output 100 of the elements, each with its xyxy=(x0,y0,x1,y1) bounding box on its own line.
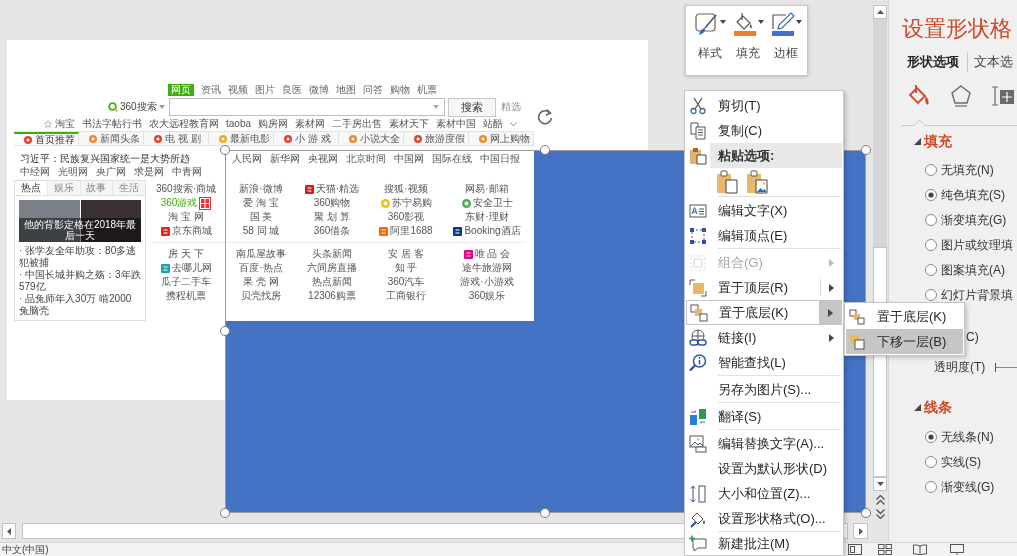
media-link[interactable]: 中国网 xyxy=(394,152,424,165)
site-link[interactable]: Booking酒店 xyxy=(448,224,526,238)
nav-tab[interactable]: 微博 xyxy=(309,84,329,96)
slideshow-icon[interactable] xyxy=(950,544,964,555)
menu-item[interactable]: 剪切(T) xyxy=(686,93,842,118)
next-slide-icon[interactable] xyxy=(875,509,885,519)
channel-tab[interactable]: 最新电影 xyxy=(209,132,274,145)
site-link[interactable]: 360汽车 xyxy=(370,275,442,289)
news-tab[interactable]: 生活 xyxy=(112,181,145,195)
hot-link[interactable]: 书法字帖行书 xyxy=(82,118,142,130)
headline-link[interactable]: 习近平：民族复兴国家统一是大势所趋 xyxy=(20,152,224,165)
nav-tab[interactable]: 资讯 xyxy=(201,84,221,96)
channel-tab[interactable]: 小说大全 xyxy=(339,132,404,145)
channel-tab[interactable]: 旅游度假 xyxy=(404,132,469,145)
nav-tab[interactable]: 图片 xyxy=(255,84,275,96)
toolbar-button[interactable]: 填充 xyxy=(729,12,767,72)
paint-bucket-icon[interactable] xyxy=(907,84,931,108)
site-link[interactable]: 南瓜屋故事 xyxy=(228,247,294,261)
menu-item[interactable]: 下移一层(B) xyxy=(846,329,963,354)
pane-tab[interactable]: 文本选 xyxy=(967,52,1013,72)
radio-option[interactable]: 图片或纹理填 xyxy=(902,238,1017,252)
site-link[interactable]: 天猫·精选 xyxy=(300,182,364,196)
hot-link[interactable]: 二手房出售 xyxy=(332,118,383,130)
channel-tab[interactable]: 新闻头条 xyxy=(79,132,144,145)
channel-tab[interactable]: 首页推荐 xyxy=(14,132,79,145)
resize-handle[interactable] xyxy=(540,508,550,518)
site-link[interactable]: 房 天 下 xyxy=(150,247,222,261)
media-link[interactable]: 光明网 xyxy=(58,165,88,178)
radio-circle-icon[interactable] xyxy=(925,264,937,276)
expand-triangle-icon[interactable] xyxy=(913,402,921,412)
search-button[interactable]: 搜索 xyxy=(447,97,496,117)
hot-link[interactable]: 素材中国 xyxy=(436,118,477,130)
menu-item[interactable]: 复制(C) xyxy=(686,118,842,143)
slider-track[interactable] xyxy=(995,362,1017,372)
radio-circle-icon[interactable] xyxy=(925,164,937,176)
chevron-down-icon[interactable] xyxy=(510,121,518,127)
media-link[interactable]: 国际在线 xyxy=(432,152,472,165)
radio-option[interactable]: 幻灯片背景填 xyxy=(902,288,1017,302)
hot-link[interactable]: 站酷 xyxy=(483,118,504,130)
hot-link[interactable]: 购房网 xyxy=(258,118,289,130)
menu-item[interactable]: 置于顶层(R) xyxy=(686,275,842,300)
site-link[interactable]: 58 同 城 xyxy=(228,224,294,238)
site-link[interactable]: 东财·理财 xyxy=(448,210,526,224)
site-link[interactable]: 阿里1688 xyxy=(370,224,442,238)
site-link[interactable]: 360购物 xyxy=(300,196,364,210)
site-link[interactable]: 360娱乐 xyxy=(448,289,526,303)
site-link[interactable]: 京东商城 xyxy=(150,224,222,238)
site-link[interactable]: 去哪儿网 xyxy=(150,261,222,275)
hot-link[interactable]: taoba xyxy=(226,118,252,130)
radio-option[interactable]: 无填充(N) xyxy=(902,163,1017,177)
menu-item[interactable]: 另存为图片(S)... xyxy=(686,377,842,402)
hot-link[interactable]: 素材天下 xyxy=(389,118,430,130)
resize-handle[interactable] xyxy=(220,326,230,336)
menu-item[interactable]: 智能查找(L) xyxy=(686,350,842,375)
media-link[interactable]: 新华网 xyxy=(270,152,300,165)
news-tab[interactable]: 故事 xyxy=(79,181,113,195)
nav-tab[interactable]: 地图 xyxy=(336,84,356,96)
scroll-left-button[interactable] xyxy=(2,523,16,539)
site-link[interactable]: 国 美 xyxy=(228,210,294,224)
channel-tab[interactable]: 网上购物 xyxy=(469,132,534,145)
slide-sorter-icon[interactable] xyxy=(878,544,892,555)
radio-option[interactable]: 渐变填充(G) xyxy=(902,213,1017,227)
hot-link[interactable]: 淘宝 xyxy=(55,118,75,130)
site-link[interactable]: 12306购票 xyxy=(300,289,364,303)
nav-tab[interactable]: 良医 xyxy=(282,84,302,96)
site-link[interactable]: 聚 划 算 xyxy=(300,210,364,224)
resize-handle[interactable] xyxy=(220,508,230,518)
hot-link[interactable]: 农大远程教育网 xyxy=(149,118,219,130)
hot-link[interactable]: 素材网 xyxy=(295,118,326,130)
resize-handle[interactable] xyxy=(861,508,871,518)
toolbar-button[interactable]: 样式 xyxy=(691,12,729,72)
menu-item[interactable]: 编辑文字(X) xyxy=(686,198,842,223)
site-link[interactable]: 瓜子二手车 xyxy=(150,275,222,289)
section-header[interactable]: 线条 xyxy=(902,396,1017,418)
media-link[interactable]: 中国日报 xyxy=(480,152,520,165)
radio-circle-icon[interactable] xyxy=(925,189,937,201)
site-link[interactable]: 途牛旅游网 xyxy=(448,261,526,275)
previous-slide-icon[interactable] xyxy=(875,495,885,505)
reading-view-icon[interactable] xyxy=(913,544,927,555)
site-link[interactable]: 热点新闻 xyxy=(300,275,364,289)
site-link[interactable]: 贝壳找房 xyxy=(228,289,294,303)
media-link[interactable]: 央视网 xyxy=(308,152,338,165)
site-link[interactable]: 淘 宝 网 xyxy=(150,210,222,224)
channel-tab[interactable]: 小 游 戏 xyxy=(274,132,339,145)
site-link[interactable]: 知 乎 xyxy=(370,261,442,275)
nav-tab[interactable]: 购物 xyxy=(390,84,410,96)
radio-option[interactable]: 图案填充(A) xyxy=(902,263,1017,277)
media-link[interactable]: 人民网 xyxy=(232,152,262,165)
menu-item[interactable]: 链接(I) xyxy=(686,325,842,350)
radio-circle-icon[interactable] xyxy=(925,289,937,301)
news-link[interactable]: · 张学友全年助攻：80多逃犯被捕 xyxy=(19,245,141,269)
scroll-up-button[interactable] xyxy=(873,5,887,19)
menu-item[interactable]: 置于底层(K) xyxy=(686,300,842,325)
menu-item[interactable]: 新建批注(M) xyxy=(686,533,842,555)
media-link[interactable]: 央广网 xyxy=(96,165,126,178)
radio-circle-icon[interactable] xyxy=(925,239,937,251)
site-link[interactable]: 头条新闻 xyxy=(300,247,364,261)
radio-option[interactable]: 渐变线(G) xyxy=(902,480,1017,494)
site-link[interactable]: 安 居 客 xyxy=(370,247,442,261)
expand-triangle-icon[interactable] xyxy=(913,136,921,146)
